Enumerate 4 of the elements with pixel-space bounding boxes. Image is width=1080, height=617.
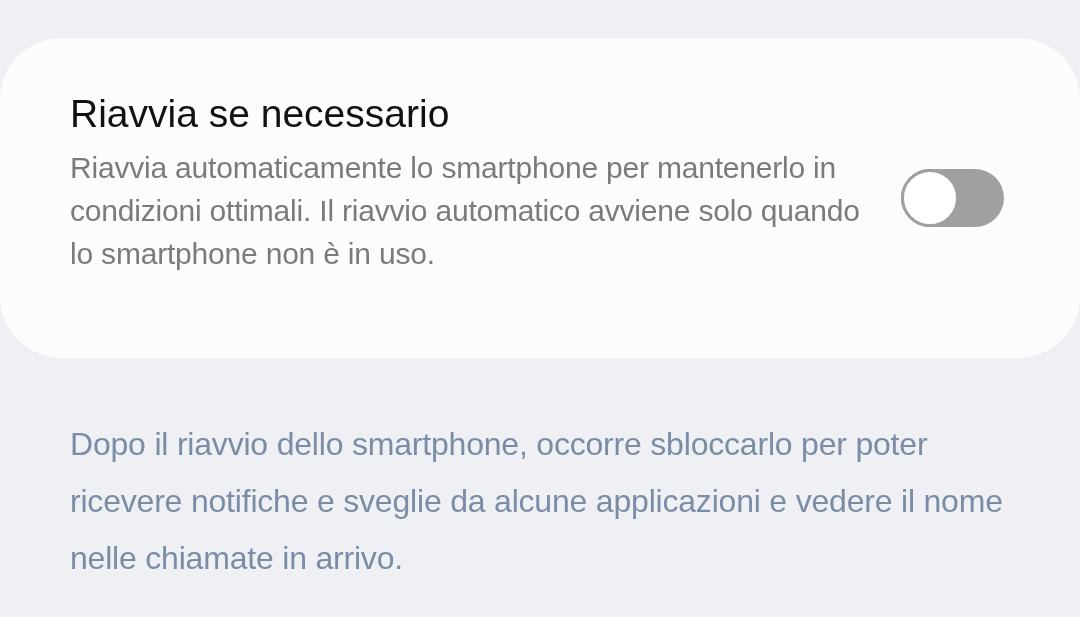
toggle-switch[interactable] xyxy=(901,169,1004,227)
setting-title: Riavvia se necessario xyxy=(70,91,451,137)
setting-description: Riavvia automaticamente lo smartphone per mantenerlo in condizioni ottimali. Il riavvio automatico avviene solo quando lo smartphone non è in uso. xyxy=(70,150,861,272)
info-note: Dopo il riavvio dello smartphone, occorre sbloccarlo per poter ricevere notifiche e sveglie da alcune applicazioni e vedere il nome nelle chiamate in arrivo. xyxy=(70,425,1004,578)
